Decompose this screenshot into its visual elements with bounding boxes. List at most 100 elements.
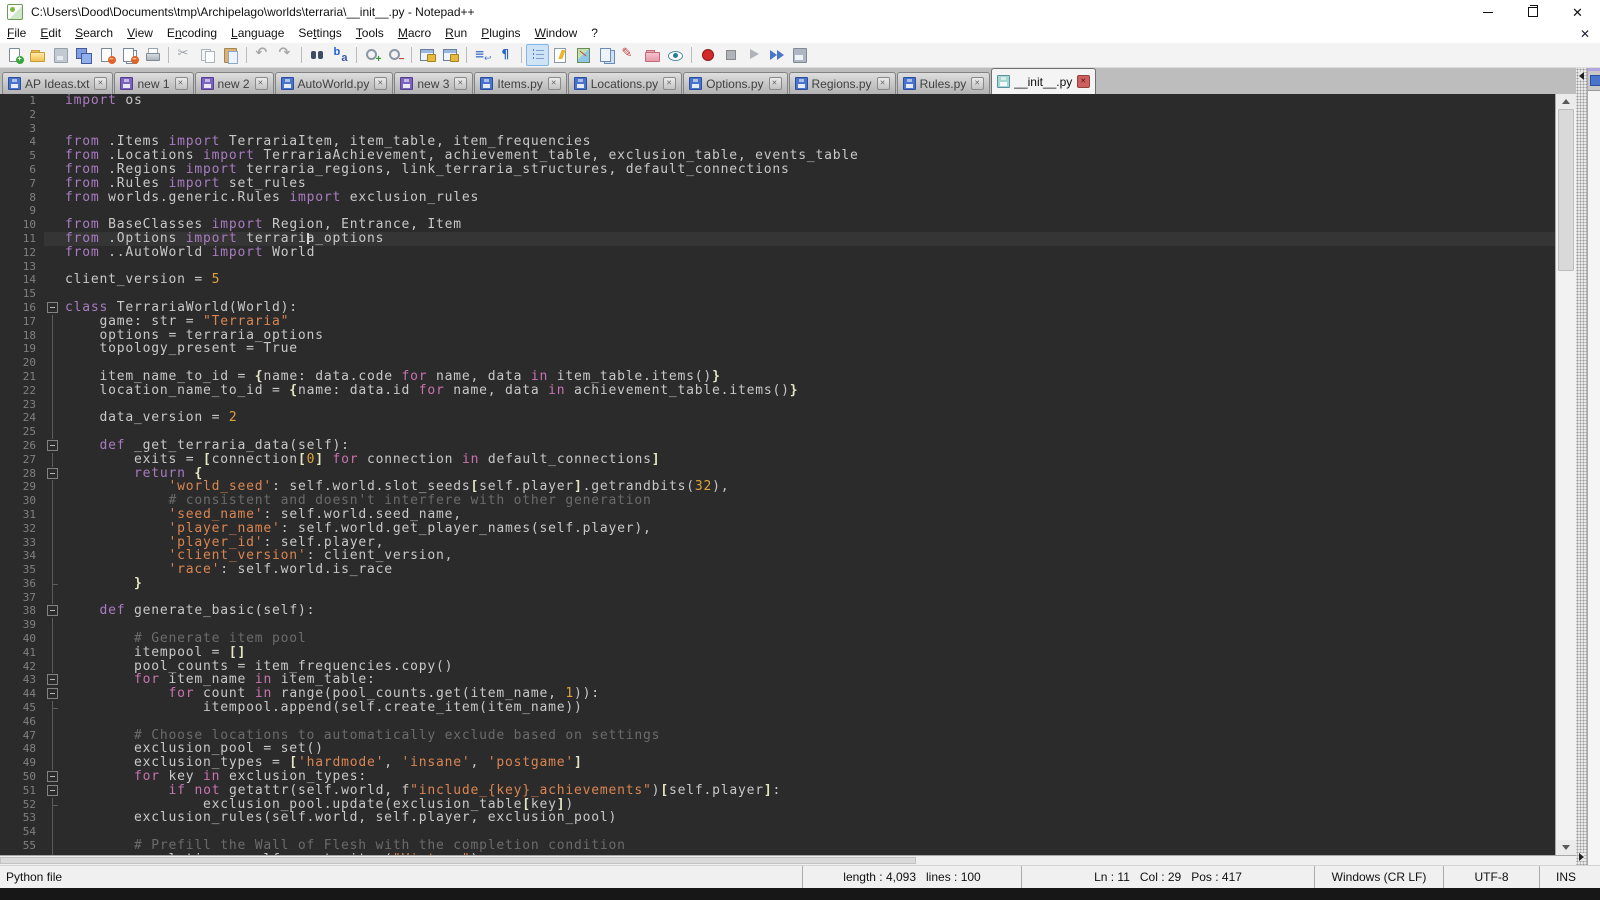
vertical-scrollbar[interactable] xyxy=(1555,94,1576,855)
cut-button[interactable] xyxy=(173,44,196,66)
secondary-view-tab[interactable] xyxy=(1588,68,1600,91)
menu-plugins[interactable]: Plugins xyxy=(474,24,527,43)
save-all-button[interactable] xyxy=(72,44,95,66)
fold-toggle-icon[interactable] xyxy=(44,604,61,618)
doc-list-button[interactable] xyxy=(595,44,618,66)
fold-margin-cell xyxy=(44,411,61,425)
fold-toggle-icon[interactable] xyxy=(44,301,61,315)
paste-button[interactable] xyxy=(219,44,242,66)
vertical-scroll-track[interactable] xyxy=(1556,109,1576,840)
tab-autoworld-py[interactable]: AutoWorld.py xyxy=(275,72,394,94)
fold-margin-cell xyxy=(44,149,61,163)
fold-toggle-icon[interactable] xyxy=(44,439,61,453)
tab-new-3[interactable]: new 3 xyxy=(394,72,473,94)
open-button[interactable] xyxy=(26,44,49,66)
menu-language[interactable]: Language xyxy=(224,24,291,43)
scroll-up-icon[interactable] xyxy=(1556,94,1576,109)
code-text: 'player_name': self.world.get_player_nam… xyxy=(61,522,1555,536)
doc-map-icon xyxy=(575,47,593,63)
tab-close-icon[interactable] xyxy=(663,77,676,90)
macro-play-button[interactable] xyxy=(742,44,765,66)
tab-regions-py[interactable]: Regions.py xyxy=(789,72,896,94)
horizontal-scrollbar[interactable] xyxy=(0,855,1576,865)
define-language-button[interactable] xyxy=(618,44,641,66)
tab-new-2[interactable]: new 2 xyxy=(195,72,274,94)
menu-window[interactable]: Window xyxy=(528,24,585,43)
menu-close-icon[interactable] xyxy=(1580,27,1590,41)
fold-toggle-icon[interactable] xyxy=(44,784,61,798)
tab-close-icon[interactable] xyxy=(175,77,188,90)
fold-toggle-icon[interactable] xyxy=(44,687,61,701)
find-button[interactable] xyxy=(306,44,329,66)
macro-multi-button[interactable] xyxy=(765,44,788,66)
tab-new-1[interactable]: new 1 xyxy=(114,72,193,94)
tab-close-icon[interactable] xyxy=(1077,75,1090,88)
menu-edit[interactable]: Edit xyxy=(33,24,68,43)
copy-button[interactable] xyxy=(196,44,219,66)
doc-map-button[interactable] xyxy=(572,44,595,66)
minimize-button[interactable] xyxy=(1465,0,1510,24)
tab-close-icon[interactable] xyxy=(454,77,467,90)
print-button[interactable] xyxy=(141,44,164,66)
tab-close-icon[interactable] xyxy=(255,77,268,90)
zoom-out-button[interactable] xyxy=(384,44,407,66)
new-button[interactable] xyxy=(3,44,26,66)
menu-item[interactable]: ? xyxy=(584,24,605,43)
tab-rules-py[interactable]: Rules.py xyxy=(897,72,991,94)
close-button[interactable]: ✕ xyxy=(1555,0,1600,24)
menu-encoding[interactable]: Encoding xyxy=(160,24,224,43)
line-number: 44 xyxy=(0,687,44,701)
undo-button[interactable] xyxy=(251,44,274,66)
tab-close-icon[interactable] xyxy=(374,77,387,90)
macro-stop-button[interactable] xyxy=(719,44,742,66)
scroll-down-icon[interactable] xyxy=(1556,840,1576,855)
redo-button[interactable] xyxy=(274,44,297,66)
menu-settings[interactable]: Settings xyxy=(291,24,348,43)
save-button[interactable] xyxy=(49,44,72,66)
editor[interactable]: 1import os234from .Items import Terraria… xyxy=(0,94,1555,855)
view-splitter[interactable] xyxy=(1576,68,1587,865)
menu-macro[interactable]: Macro xyxy=(391,24,438,43)
fold-toggle-icon[interactable] xyxy=(44,770,61,784)
sync-h-button[interactable] xyxy=(439,44,462,66)
tab-scroll-left-icon[interactable] xyxy=(1579,72,1584,80)
macro-record-button[interactable] xyxy=(696,44,719,66)
code-line: 4from .Items import TerrariaItem, item_t… xyxy=(0,135,1555,149)
secondary-view[interactable] xyxy=(1587,68,1600,865)
tab-options-py[interactable]: Options.py xyxy=(683,72,787,94)
menu-run[interactable]: Run xyxy=(438,24,474,43)
tab-ap-ideas-txt[interactable]: AP Ideas.txt xyxy=(2,72,113,94)
tab-locations-py[interactable]: Locations.py xyxy=(568,72,682,94)
fold-toggle-icon[interactable] xyxy=(44,673,61,687)
tab-scroll-right-icon[interactable] xyxy=(1579,853,1584,861)
word-wrap-button[interactable] xyxy=(471,44,494,66)
tab-close-icon[interactable] xyxy=(94,77,107,90)
menu-view[interactable]: View xyxy=(120,24,160,43)
tab-close-icon[interactable] xyxy=(548,77,561,90)
zoom-in-button[interactable] xyxy=(361,44,384,66)
maximize-button[interactable] xyxy=(1510,0,1555,24)
sync-v-button[interactable] xyxy=(416,44,439,66)
menu-file[interactable]: File xyxy=(0,24,33,43)
function-list-button[interactable] xyxy=(549,44,572,66)
tab-close-icon[interactable] xyxy=(971,77,984,90)
show-all-chars-button[interactable] xyxy=(494,44,517,66)
vertical-scroll-thumb[interactable] xyxy=(1558,109,1574,271)
indent-guide-button[interactable] xyxy=(526,44,549,66)
macro-save-button[interactable] xyxy=(788,44,811,66)
tab-items-py[interactable]: Items.py xyxy=(474,72,566,94)
close-all-button[interactable] xyxy=(118,44,141,66)
menu-tools[interactable]: Tools xyxy=(349,24,391,43)
replace-button[interactable] xyxy=(329,44,352,66)
fold-toggle-icon[interactable] xyxy=(44,467,61,481)
horizontal-scroll-thumb[interactable] xyxy=(0,857,916,864)
monitoring-button[interactable] xyxy=(664,44,687,66)
status-insert-mode[interactable]: INS xyxy=(1539,866,1592,888)
folder-workspace-button[interactable] xyxy=(641,44,664,66)
tab-close-icon[interactable] xyxy=(769,77,782,90)
code-line: 47 # Choose locations to automatically e… xyxy=(0,729,1555,743)
close-button[interactable] xyxy=(95,44,118,66)
menu-search[interactable]: Search xyxy=(68,24,120,43)
tab-close-icon[interactable] xyxy=(877,77,890,90)
tab-init-py[interactable]: __init__.py xyxy=(991,68,1096,94)
